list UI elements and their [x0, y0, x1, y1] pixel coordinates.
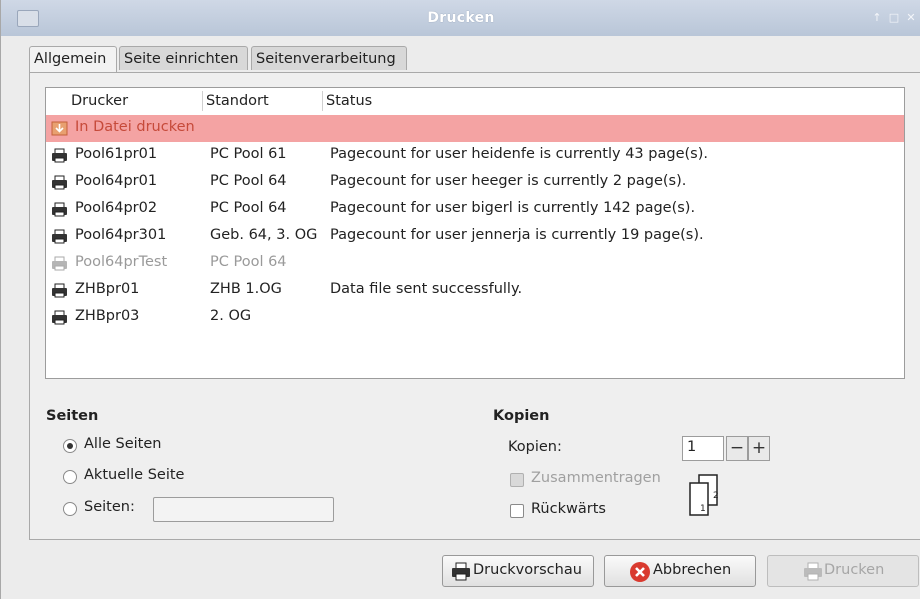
printer-name: Pool64pr301 [75, 227, 167, 243]
restore-icon[interactable]: □ [888, 11, 900, 24]
page-range-label[interactable]: Seiten: [84, 499, 135, 515]
printer-name: ZHBpr03 [75, 308, 140, 324]
reverse-checkbox[interactable] [510, 504, 524, 518]
column-header-location[interactable]: Standort [206, 93, 269, 109]
copies-label: Kopien: [508, 439, 562, 455]
cancel-button[interactable]: Abbrechen [604, 555, 756, 587]
printer-status: Pagecount for user heidenfe is currently… [330, 146, 708, 162]
printer-icon [52, 229, 67, 244]
printer-row[interactable]: Pool64pr01 PC Pool 64 Pagecount for user… [46, 169, 904, 196]
pages-heading: Seiten [46, 408, 99, 424]
all-pages-radio[interactable] [63, 439, 77, 453]
printer-row[interactable]: ZHBpr01 ZHB 1.OG Data file sent successf… [46, 277, 904, 304]
printer-row[interactable]: ZHBpr03 2. OG [46, 304, 904, 331]
all-pages-label[interactable]: Alle Seiten [84, 436, 161, 452]
svg-text:1: 1 [700, 504, 706, 514]
page-range-input[interactable] [153, 497, 334, 522]
printer-status: Data file sent successfully. [330, 281, 523, 297]
printer-status: Pagecount for user jennerja is currently… [330, 227, 704, 243]
decrement-button[interactable]: − [726, 436, 748, 461]
print-preview-icon [452, 562, 470, 581]
cancel-icon [630, 562, 650, 582]
close-icon[interactable]: ✕ [905, 11, 917, 24]
column-header-printer[interactable]: Drucker [71, 93, 128, 109]
printer-icon [52, 175, 67, 190]
collate-checkbox[interactable] [510, 473, 524, 487]
print-dialog: Drucken ↑ □ ✕ Allgemein Seite einrichten… [0, 0, 920, 599]
printer-disabled-icon [52, 256, 67, 271]
page-range-radio[interactable] [63, 502, 77, 516]
printer-name: Pool64pr01 [75, 173, 158, 189]
print-button[interactable]: Drucken [767, 555, 919, 587]
printer-row[interactable]: Pool61pr01 PC Pool 61 Pagecount for user… [46, 142, 904, 169]
current-page-radio[interactable] [63, 470, 77, 484]
copies-input[interactable]: 1 [682, 436, 724, 461]
printer-location: ZHB 1.OG [210, 281, 282, 297]
printer-icon [52, 310, 67, 325]
printer-status: Pagecount for user bigerl is currently 1… [330, 200, 696, 216]
print-preview-button[interactable]: Druckvorschau [442, 555, 594, 587]
printer-name: Pool64prTest [75, 254, 168, 270]
printer-row[interactable]: Pool64prTest PC Pool 64 [46, 250, 904, 277]
column-header-status[interactable]: Status [326, 93, 372, 109]
tab-seitenverarbeitung[interactable]: Seitenverarbeitung [251, 46, 407, 70]
svg-text:2: 2 [713, 491, 719, 501]
printer-row[interactable]: Pool64pr02 PC Pool 64 Pagecount for user… [46, 196, 904, 223]
tab-allgemein[interactable]: Allgemein [29, 46, 117, 73]
printer-status: Pagecount for user heeger is currently 2… [330, 173, 687, 189]
printer-location: PC Pool 61 [210, 146, 287, 162]
printer-disabled-icon [804, 562, 822, 581]
cancel-label: Abbrechen [653, 562, 732, 578]
printer-row[interactable]: Pool64pr301 Geb. 64, 3. OG Pagecount for… [46, 223, 904, 250]
printer-icon [52, 283, 67, 298]
reverse-label[interactable]: Rückwärts [531, 501, 606, 517]
printer-list[interactable]: Drucker Standort Status In Datei drucken… [45, 87, 905, 379]
collate-label: Zusammentragen [531, 470, 661, 486]
printer-list-header: Drucker Standort Status [46, 88, 904, 116]
printer-icon [52, 148, 67, 163]
current-page-label[interactable]: Aktuelle Seite [84, 467, 184, 483]
printer-name: ZHBpr01 [75, 281, 140, 297]
printer-name: In Datei drucken [75, 119, 195, 135]
printer-name: Pool61pr01 [75, 146, 158, 162]
copies-spinner[interactable]: 1 − + [682, 436, 770, 461]
increment-button[interactable]: + [748, 436, 770, 461]
printer-name: Pool64pr02 [75, 200, 158, 216]
printer-icon [52, 202, 67, 217]
printer-location: 2. OG [210, 308, 252, 324]
window-title: Drucken [427, 10, 495, 26]
printer-location: PC Pool 64 [210, 173, 287, 189]
print-preview-label: Druckvorschau [473, 562, 582, 578]
tab-seite-einrichten[interactable]: Seite einrichten [119, 46, 248, 70]
maximize-arrow-icon[interactable]: ↑ [871, 11, 883, 24]
collate-pages-icon: 2 1 [689, 474, 719, 516]
printer-row-in-datei-drucken[interactable]: In Datei drucken [46, 115, 904, 142]
printer-location: PC Pool 64 [210, 254, 287, 270]
printer-location: PC Pool 64 [210, 200, 287, 216]
copies-heading: Kopien [493, 408, 550, 424]
print-label: Drucken [824, 562, 885, 578]
printer-location: Geb. 64, 3. OG [210, 227, 318, 243]
print-to-file-icon [51, 121, 68, 136]
title-bar[interactable]: Drucken ↑ □ ✕ [1, 0, 920, 36]
